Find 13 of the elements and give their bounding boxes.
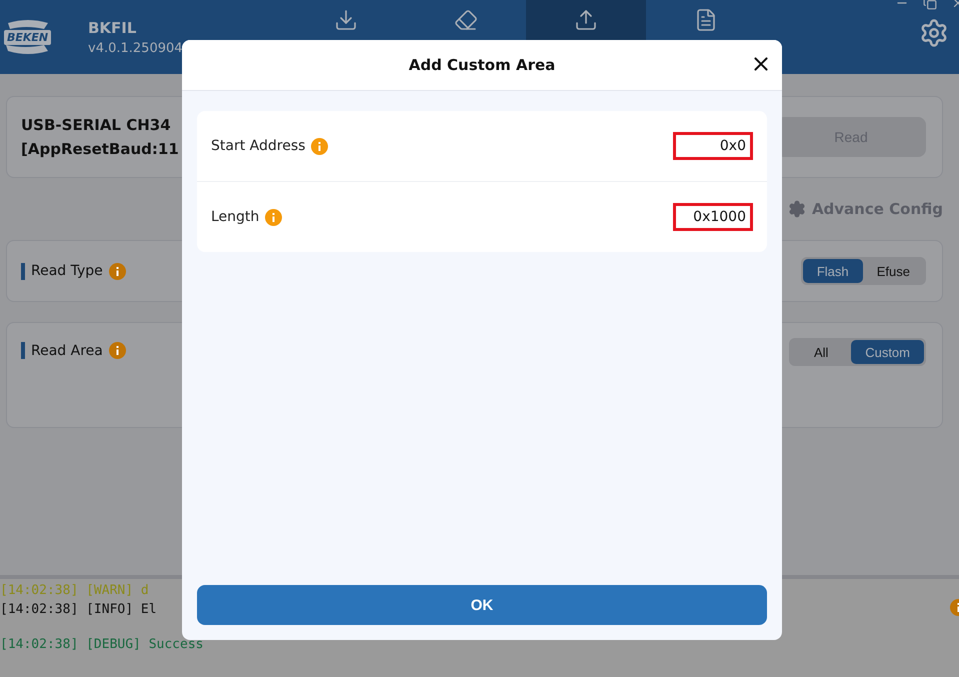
field-label: Length xyxy=(211,209,260,225)
field-label: Start Address xyxy=(211,138,306,154)
section-title: Read Area xyxy=(31,342,103,358)
device-baud: [AppResetBaud:11 xyxy=(21,140,179,158)
app-name: BKFIL xyxy=(88,18,138,36)
dialog-title: Add Custom Area xyxy=(408,56,556,74)
app-version: v4.0.1.250904 xyxy=(88,40,183,56)
log-line: [14:02:38] [INFO] El xyxy=(0,601,157,619)
log-line: [14:02:38] [WARN] d xyxy=(0,582,149,600)
logo-text: BEKEN xyxy=(4,30,52,44)
log-line: [14:02:38] [DEBUG] Success xyxy=(0,636,204,654)
section-title: Read Type xyxy=(31,263,103,279)
device-name: USB-SERIAL CH34 xyxy=(21,116,172,134)
